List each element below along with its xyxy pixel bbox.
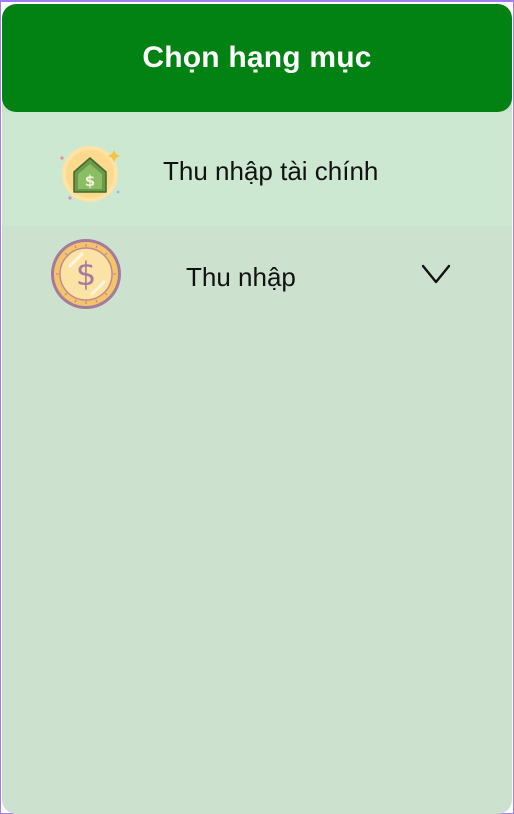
category-item-financial-income[interactable]: $ Thu nhập tài chính xyxy=(2,112,512,226)
category-item-income[interactable]: $ Thu nhập xyxy=(2,226,512,326)
chevron-down-icon[interactable] xyxy=(420,262,452,286)
category-picker-panel: Chọn hạng mục $ Thu nhập tài chính $ Thu… xyxy=(2,4,512,814)
money-house-icon: $ xyxy=(60,146,120,202)
dollar-coin-icon: $ xyxy=(51,239,121,309)
category-label: Thu nhập tài chính xyxy=(163,156,379,186)
svg-text:$: $ xyxy=(76,255,96,293)
svg-text:$: $ xyxy=(85,172,95,190)
page-title: Chọn hạng mục xyxy=(142,41,372,74)
picker-header: Chọn hạng mục xyxy=(2,4,512,112)
category-label: Thu nhập xyxy=(186,262,296,292)
